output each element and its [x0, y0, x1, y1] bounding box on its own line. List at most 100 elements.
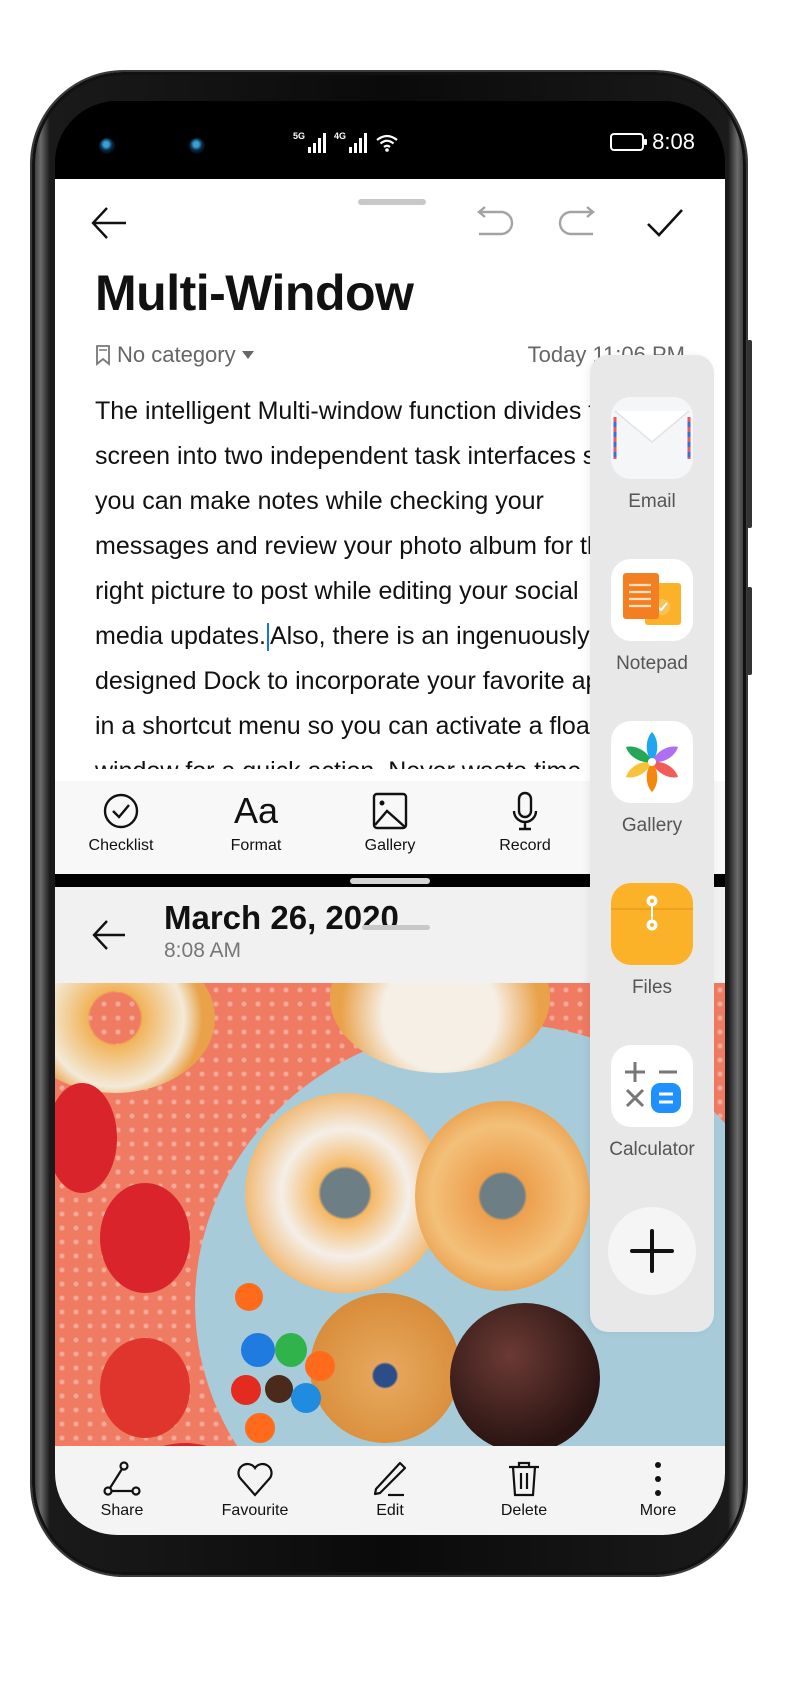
signal-5g-label: 5G	[293, 131, 306, 141]
photo-candy	[235, 1283, 263, 1311]
gallery-window-handle[interactable]	[362, 925, 430, 930]
multi-window-dock: Email Notepad Gallery Files Calculator	[590, 355, 714, 1332]
photo-candy	[231, 1375, 261, 1405]
photo-strawberry	[100, 1338, 190, 1438]
calculator-icon	[611, 1045, 693, 1127]
photo-candy	[245, 1413, 275, 1443]
dock-app-gallery[interactable]: Gallery	[590, 721, 714, 837]
dock-app-files[interactable]: Files	[590, 883, 714, 999]
more-button[interactable]: More	[603, 1460, 713, 1520]
plus-icon	[630, 1229, 674, 1273]
favourite-button[interactable]: Favourite	[200, 1460, 310, 1520]
photo-time: 8:08 AM	[164, 939, 242, 962]
category-dropdown[interactable]: No category	[95, 342, 254, 368]
checklist-label: Checklist	[88, 837, 154, 854]
add-dock-app-button[interactable]	[608, 1207, 696, 1295]
checklist-button[interactable]: Checklist	[61, 791, 181, 855]
status-time: 8:08	[652, 129, 695, 154]
photo-donut	[55, 983, 215, 1093]
back-arrow-icon	[92, 920, 125, 950]
note-line: window for a quick action. Never waste t…	[95, 749, 655, 769]
edit-button[interactable]: Edit	[335, 1460, 445, 1520]
note-line-part: Also, there is an ingenuously	[269, 622, 590, 650]
photo-chocolate-dessert	[450, 1303, 600, 1446]
note-line: screen into two independent task interfa…	[95, 442, 610, 470]
gallery-label: Gallery	[364, 837, 416, 854]
note-line: right picture to post while editing your…	[95, 577, 579, 605]
favourite-label: Favourite	[221, 1502, 289, 1519]
share-icon	[103, 1461, 141, 1496]
photo-strawberry	[100, 1183, 190, 1293]
heart-icon	[237, 1462, 273, 1497]
note-title[interactable]: Multi-Window	[95, 264, 414, 322]
status-bar: 5G 4G 8:08	[55, 101, 725, 179]
dock-app-label: Notepad	[616, 653, 688, 674]
notepad-icon	[611, 559, 693, 641]
battery-clock: 8:08	[610, 129, 695, 155]
photo-strawberry	[55, 1083, 117, 1193]
note-body[interactable]: The intelligent Multi-window function di…	[95, 389, 655, 769]
bookmark-icon	[96, 345, 110, 366]
share-button[interactable]: Share	[67, 1460, 177, 1520]
front-camera	[99, 138, 115, 154]
edit-label: Edit	[376, 1502, 404, 1519]
back-arrow-icon	[91, 207, 126, 239]
gallery-app-icon	[611, 721, 693, 803]
wifi-icon	[376, 134, 398, 152]
photo-candy	[305, 1351, 335, 1381]
text-cursor	[266, 623, 269, 652]
share-label: Share	[100, 1502, 144, 1519]
photo-date: March 26, 2020	[164, 899, 399, 936]
gallery-back-button[interactable]	[87, 913, 131, 957]
format-label: Format	[230, 837, 282, 854]
signal-5g-icon: 5G	[293, 131, 327, 153]
redo-icon	[558, 206, 595, 236]
gallery-icon	[372, 792, 408, 830]
files-icon	[611, 883, 693, 965]
photo-candy	[265, 1375, 293, 1403]
more-vertical-icon	[655, 1462, 661, 1496]
front-camera-2	[189, 138, 205, 154]
insert-gallery-button[interactable]: Gallery	[330, 791, 450, 855]
caret-down-icon	[241, 351, 254, 359]
microphone-icon	[512, 791, 538, 831]
dock-app-label: Gallery	[621, 815, 683, 836]
split-screen-handle[interactable]	[350, 878, 430, 884]
dock-app-label: Files	[631, 977, 673, 998]
checklist-icon	[103, 793, 139, 829]
photo-candy	[275, 1333, 307, 1367]
volume-button	[747, 340, 752, 528]
note-line: media updates. Also, there is an ingenuou…	[95, 614, 655, 659]
note-line: The intelligent Multi-window function di…	[95, 397, 624, 425]
back-button[interactable]	[87, 201, 131, 245]
dock-app-calculator[interactable]: Calculator	[590, 1045, 714, 1161]
battery-icon	[610, 133, 648, 151]
redo-button[interactable]	[555, 201, 599, 245]
delete-label: Delete	[500, 1502, 548, 1519]
save-check-button[interactable]	[643, 201, 687, 245]
undo-icon	[477, 206, 514, 236]
signal-4g-label: 4G	[334, 131, 347, 141]
dock-app-notepad[interactable]: Notepad	[590, 559, 714, 675]
dock-app-email[interactable]: Email	[590, 397, 714, 513]
category-label: No category	[117, 342, 236, 367]
phone-screen: 5G 4G 8:08 Multi-Window No category Toda…	[55, 101, 725, 1535]
check-icon	[647, 209, 683, 237]
note-line: you can make notes while checking your	[95, 487, 544, 515]
photo-donut	[415, 1101, 590, 1291]
photo-candy	[241, 1333, 275, 1367]
undo-button[interactable]	[473, 201, 517, 245]
dock-app-label: Email	[628, 491, 676, 512]
record-button[interactable]: Record	[465, 791, 585, 855]
pencil-icon	[373, 1461, 407, 1497]
photo-toolbar: Share Favourite Edit Delete More	[55, 1446, 725, 1535]
format-button[interactable]: Aa Format	[196, 791, 316, 855]
note-line: in a shortcut menu so you can activate a…	[95, 712, 631, 740]
record-label: Record	[499, 837, 551, 854]
notes-window-handle[interactable]	[358, 199, 426, 205]
format-icon: Aa	[233, 790, 279, 831]
delete-button[interactable]: Delete	[469, 1460, 579, 1520]
power-button	[747, 587, 752, 675]
email-icon	[611, 397, 693, 479]
signal-indicators: 5G 4G	[293, 131, 399, 153]
